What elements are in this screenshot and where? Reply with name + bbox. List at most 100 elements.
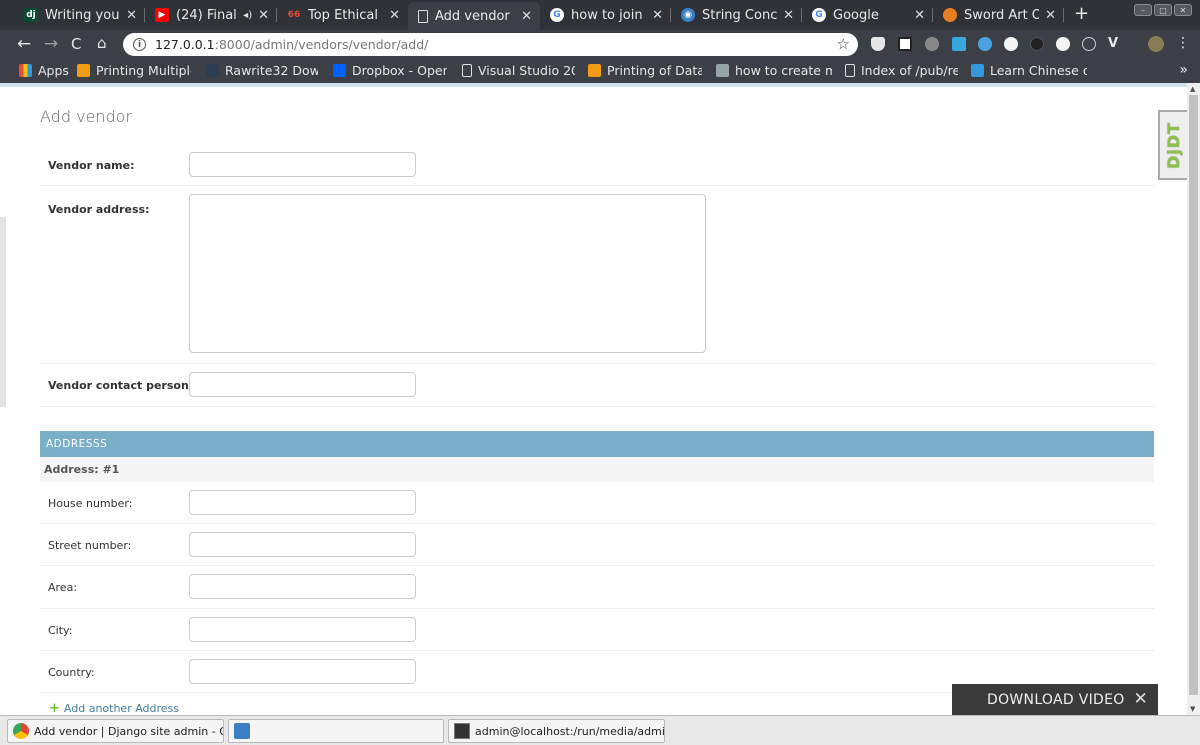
bookmark-rawrite32[interactable]: Rawrite32 Down bbox=[206, 63, 318, 78]
extension-v-icon[interactable]: V bbox=[1108, 36, 1122, 51]
bookmark-printing-multiple[interactable]: Printing Multiple bbox=[77, 63, 191, 78]
shield-extension-icon[interactable] bbox=[871, 37, 885, 51]
download-video-button[interactable]: DOWNLOAD VIDEO ✕ bbox=[952, 684, 1158, 716]
taskbar-item-chrome[interactable]: Add vendor | Django site admin - G... bbox=[7, 719, 224, 743]
more-bookmarks-icon[interactable]: » bbox=[1179, 62, 1188, 78]
tab-sword-art-online[interactable]: Sword Art Onl ✕ bbox=[933, 3, 1064, 27]
reload-icon[interactable]: C bbox=[71, 35, 81, 53]
menu-dots-icon[interactable]: ⋮ bbox=[1176, 35, 1190, 51]
django-debug-toolbar-handle[interactable]: DjDT bbox=[1158, 110, 1187, 180]
tab-title: Google bbox=[833, 7, 879, 23]
extension-pocket-icon[interactable] bbox=[1082, 37, 1096, 51]
taskbar-item-terminal[interactable]: admin@localhost:/run/media/admin/... bbox=[448, 719, 665, 743]
bookmark-visual-studio[interactable]: Visual Studio 20 bbox=[462, 63, 575, 78]
bookmark-favicon-icon bbox=[588, 64, 601, 77]
address-bar[interactable]: i 127.0.0.1:8000/admin/vendors/vendor/ad… bbox=[123, 33, 858, 56]
close-icon[interactable]: ✕ bbox=[521, 9, 532, 24]
address-inline-header: ADDRESSS bbox=[40, 431, 1154, 457]
country-label: Country: bbox=[48, 666, 95, 679]
close-icon[interactable]: ✕ bbox=[652, 8, 663, 23]
bookmark-learn-chinese[interactable]: Learn Chinese on bbox=[971, 63, 1087, 78]
info-icon[interactable]: i bbox=[133, 38, 146, 51]
bookmark-star-icon[interactable]: ☆ bbox=[837, 35, 850, 53]
close-icon[interactable]: ✕ bbox=[1133, 689, 1148, 709]
tab-google[interactable]: G Google ✕ bbox=[802, 3, 933, 27]
vendor-address-textarea[interactable] bbox=[189, 194, 706, 353]
close-icon[interactable]: ✕ bbox=[258, 8, 269, 23]
tab-youtube[interactable]: ▶ (24) Final ◂) ✕ bbox=[145, 3, 277, 27]
country-input[interactable] bbox=[189, 659, 416, 684]
window-controls: – □ ✕ bbox=[1134, 4, 1192, 16]
bookmark-dropbox[interactable]: Dropbox - Opera bbox=[333, 63, 447, 78]
maximize-icon[interactable]: □ bbox=[1154, 4, 1172, 16]
gear-extension-icon[interactable] bbox=[925, 37, 939, 51]
browser-toolbar: ← → C ⌂ i 127.0.0.1:8000/admin/vendors/v… bbox=[0, 30, 1200, 59]
vendor-name-input[interactable] bbox=[189, 152, 416, 177]
os-taskbar: Add vendor | Django site admin - G... ad… bbox=[0, 715, 1200, 745]
bookmarks-bar: Apps Printing Multiple Rawrite32 Down Dr… bbox=[0, 59, 1200, 83]
close-window-icon[interactable]: ✕ bbox=[1174, 4, 1192, 16]
page-icon bbox=[845, 64, 855, 77]
extension-ring-icon[interactable] bbox=[1056, 37, 1070, 51]
youtube-icon: ▶ bbox=[155, 8, 169, 22]
url-path: :8000/admin/vendors/vendor/add/ bbox=[214, 37, 429, 52]
back-arrow-icon[interactable]: ← bbox=[17, 34, 31, 54]
url-host: 127.0.0.1 bbox=[155, 37, 215, 52]
speaker-icon[interactable]: ◂) bbox=[243, 10, 252, 21]
tab-writing-your-first[interactable]: dj Writing your fi ✕ bbox=[14, 3, 145, 27]
extension-dark-icon[interactable] bbox=[1030, 37, 1044, 51]
street-number-input[interactable] bbox=[189, 532, 416, 557]
house-number-row: House number: bbox=[40, 482, 1154, 524]
tab-top-ethical-hacking[interactable]: 66 Top Ethical Ha ✕ bbox=[277, 3, 408, 27]
extension-jb-icon[interactable] bbox=[898, 37, 912, 51]
extension-plane-icon[interactable] bbox=[978, 37, 992, 51]
hacking-site-icon: 66 bbox=[287, 10, 301, 20]
chrome-icon bbox=[13, 723, 29, 739]
left-edge-strip bbox=[0, 217, 6, 407]
bookmark-printing-datagrid[interactable]: Printing of DataG bbox=[588, 63, 702, 78]
close-icon[interactable]: ✕ bbox=[126, 8, 137, 23]
tab-title: Add vendor | D bbox=[435, 8, 515, 24]
vendor-contact-input[interactable] bbox=[189, 372, 416, 397]
tab-title: String Concate bbox=[702, 7, 778, 23]
area-input[interactable] bbox=[189, 574, 416, 599]
house-number-input[interactable] bbox=[189, 490, 416, 515]
bookmark-apps[interactable]: Apps bbox=[19, 63, 69, 78]
forward-arrow-icon[interactable]: → bbox=[44, 34, 58, 54]
network-icon bbox=[234, 723, 250, 739]
taskbar-item-network[interactable] bbox=[228, 719, 444, 743]
tab-title: how to join st bbox=[571, 7, 646, 23]
close-icon[interactable]: ✕ bbox=[1045, 8, 1056, 23]
close-icon[interactable]: ✕ bbox=[914, 8, 925, 23]
close-icon[interactable]: ✕ bbox=[783, 8, 794, 23]
tab-string-concatenation[interactable]: ◉ String Concate ✕ bbox=[671, 3, 802, 27]
bookmark-label: Dropbox - Opera bbox=[352, 63, 447, 78]
street-number-label: Street number: bbox=[48, 539, 132, 552]
close-icon[interactable]: ✕ bbox=[389, 8, 400, 23]
tab-add-vendor[interactable]: Add vendor | D ✕ bbox=[408, 2, 540, 30]
tab-how-to-join[interactable]: G how to join st ✕ bbox=[540, 3, 671, 27]
minimize-icon[interactable]: – bbox=[1134, 4, 1152, 16]
avatar[interactable] bbox=[1148, 36, 1164, 52]
city-input[interactable] bbox=[189, 617, 416, 642]
page-title: Add vendor bbox=[40, 107, 133, 126]
plus-icon: + bbox=[49, 701, 60, 715]
tab-title: Sword Art Onl bbox=[964, 7, 1040, 23]
scrollbar-thumb[interactable] bbox=[1189, 95, 1198, 695]
scroll-down-icon[interactable]: ▼ bbox=[1190, 705, 1195, 713]
bookmark-label: Visual Studio 20 bbox=[478, 63, 575, 78]
bookmark-index-of-pub[interactable]: Index of /pub/red bbox=[845, 63, 958, 78]
new-tab-button[interactable]: + bbox=[1074, 3, 1089, 24]
site-icon: ◉ bbox=[681, 8, 695, 22]
extension-blue-icon[interactable] bbox=[952, 37, 966, 51]
home-icon[interactable]: ⌂ bbox=[97, 34, 107, 52]
page-scrollbar[interactable]: ▲ ▼ bbox=[1187, 83, 1200, 715]
extension-circle-icon[interactable] bbox=[1004, 37, 1018, 51]
bookmark-label: how to create ms bbox=[735, 63, 832, 78]
scroll-up-icon[interactable]: ▲ bbox=[1190, 85, 1195, 93]
bookmark-label: Printing Multiple bbox=[96, 63, 191, 78]
browser-tab-strip: dj Writing your fi ✕ ▶ (24) Final ◂) ✕ 6… bbox=[0, 0, 1200, 30]
bookmark-how-to-create[interactable]: how to create ms bbox=[716, 63, 832, 78]
page-icon bbox=[418, 9, 428, 23]
add-another-address-link[interactable]: + Add another Address bbox=[49, 701, 179, 715]
